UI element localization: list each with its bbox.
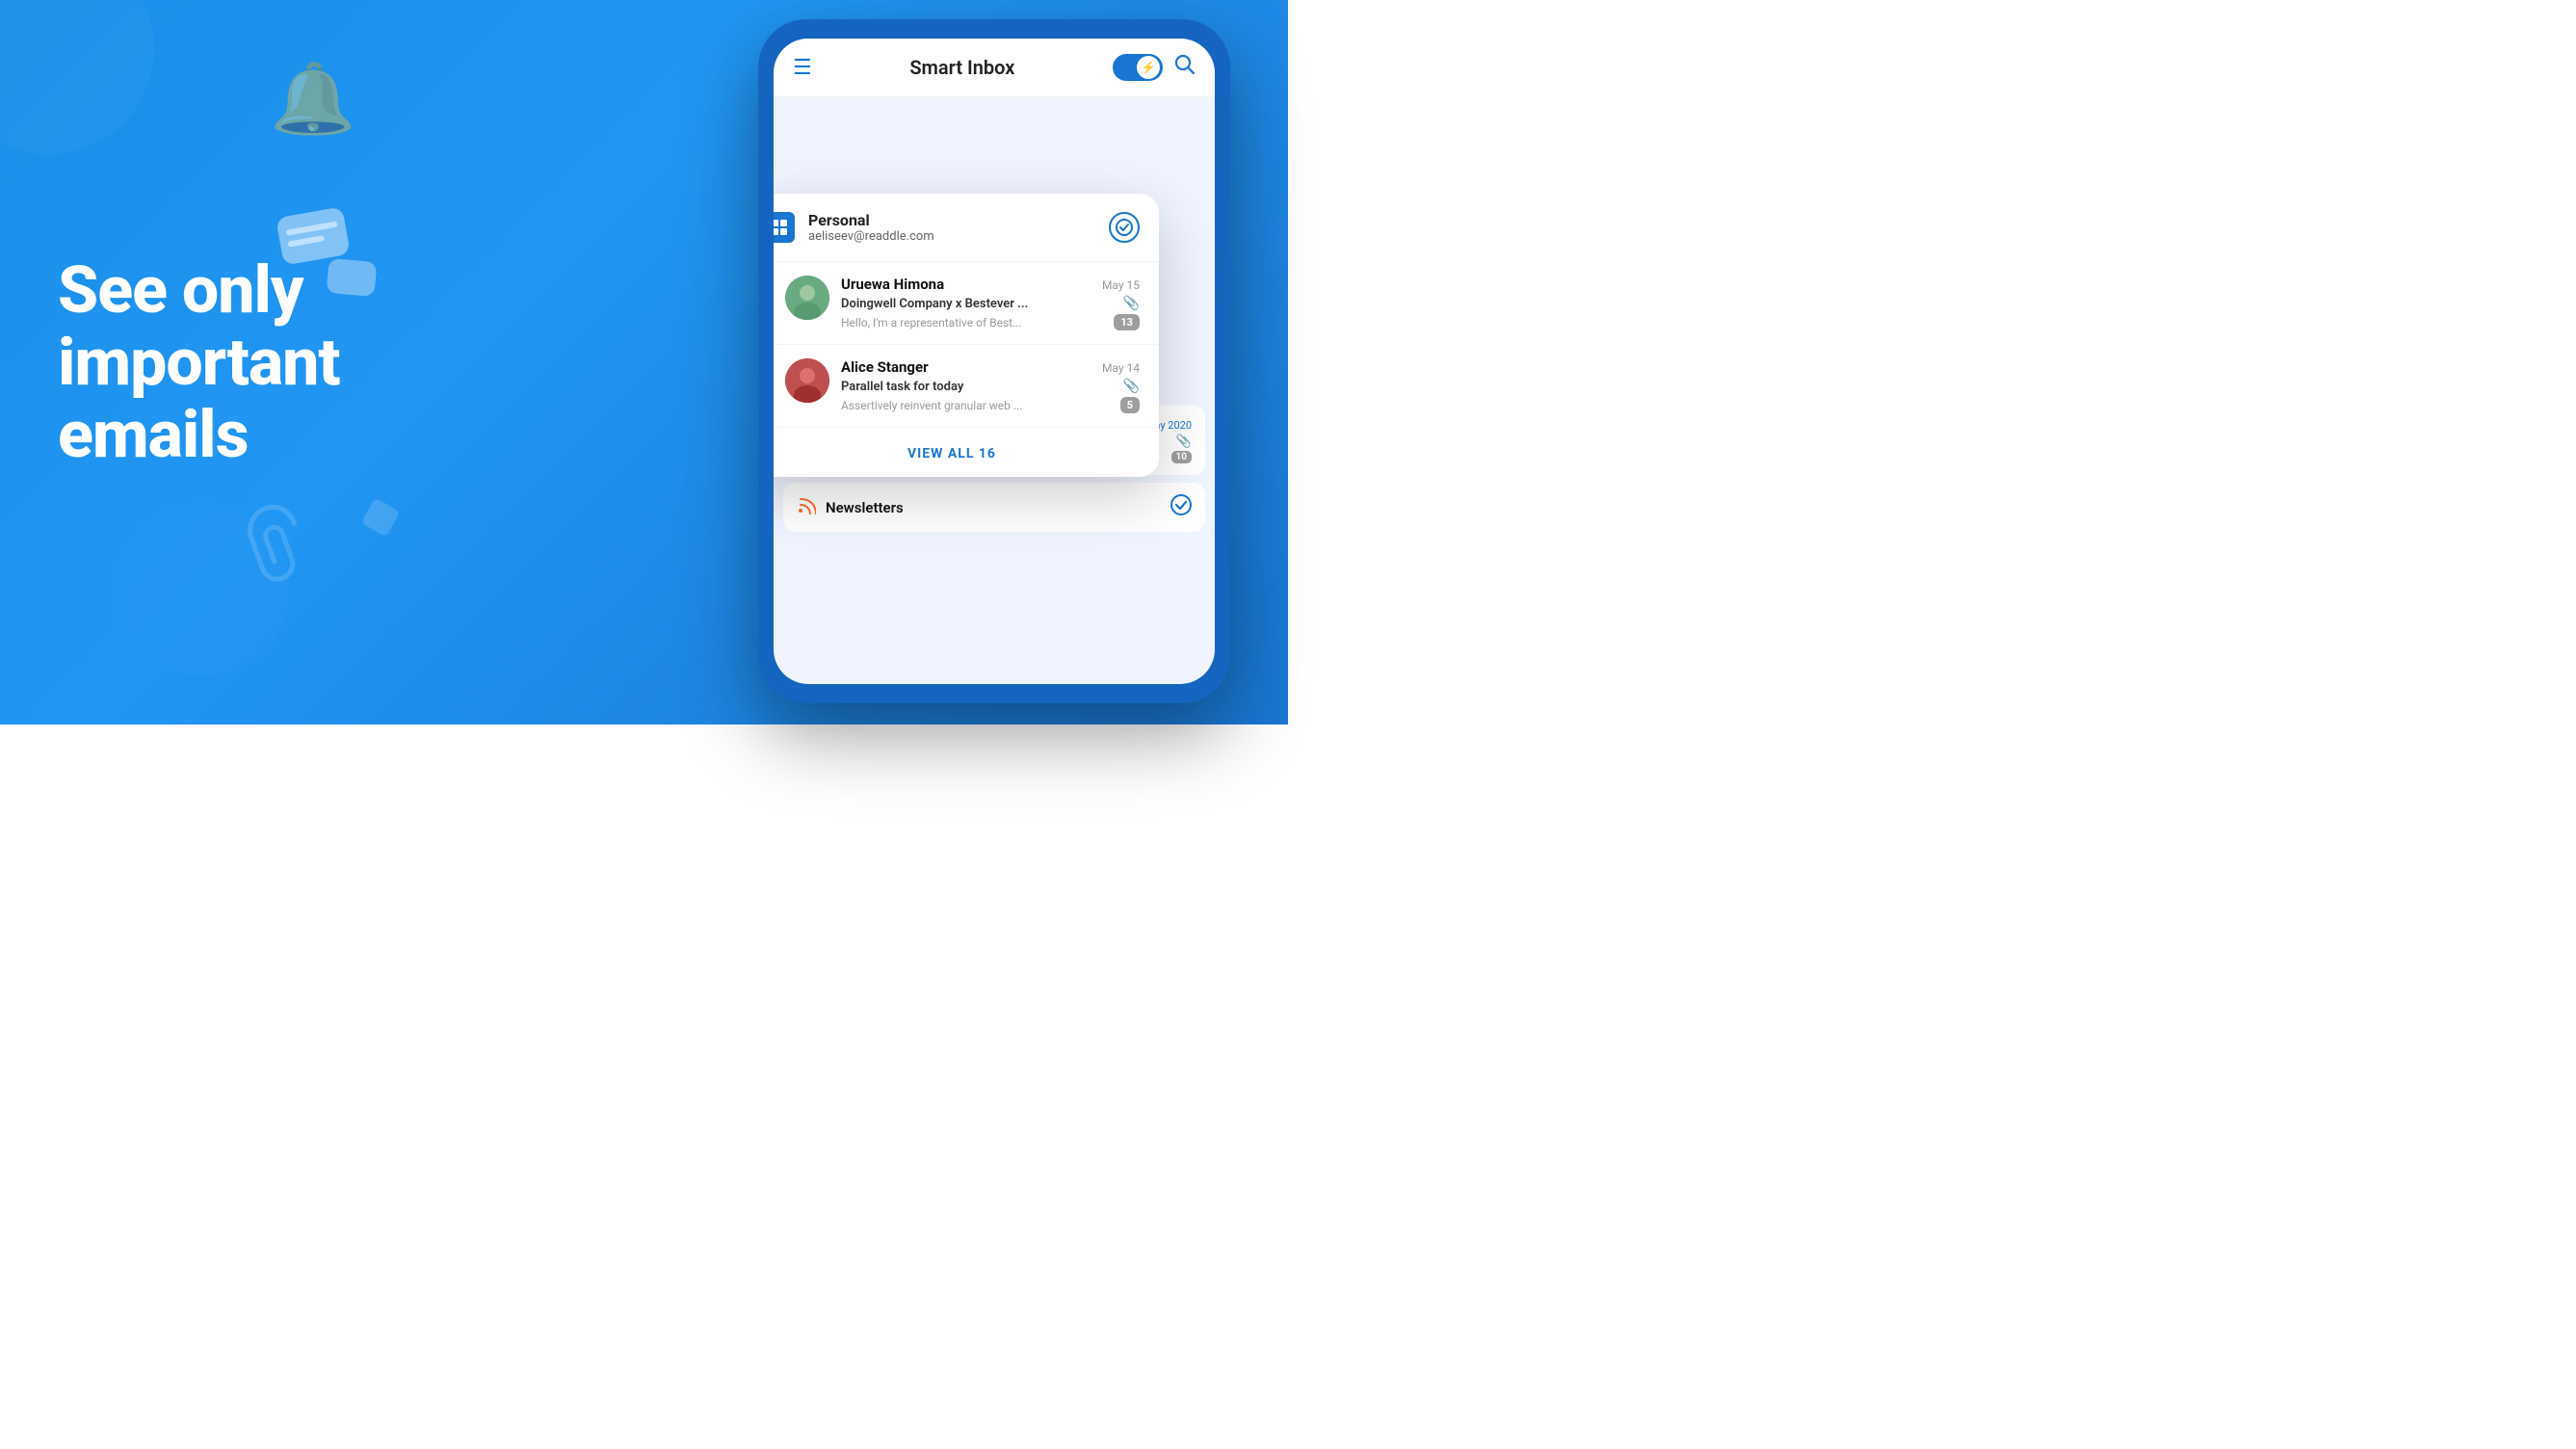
attachment-icon-2: 📎	[1123, 379, 1140, 394]
app-content: Personal aeliseev@readdle.com	[774, 97, 1215, 684]
email-sender-1: Uruewa Himona	[841, 276, 944, 293]
email-date-2: May 14	[1102, 361, 1140, 375]
rss-icon	[797, 495, 816, 519]
smart-inbox-toggle[interactable]: ⚡	[1113, 54, 1163, 81]
account-icon	[774, 212, 795, 243]
email-content-1: Uruewa Himona May 15 Doingwell Company x…	[841, 276, 1140, 330]
popup-header: Personal aeliseev@readdle.com	[774, 194, 1159, 262]
email-sender-2: Alice Stanger	[841, 358, 929, 376]
avatar-1	[785, 276, 829, 320]
email-item-2[interactable]: Alice Stanger May 14 Parallel task for t…	[774, 345, 1159, 428]
avatar-2	[785, 358, 829, 403]
account-email: aeliseev@readdle.com	[808, 229, 1095, 244]
app-header: ☰ Smart Inbox ⚡	[774, 39, 1215, 97]
newsletters-row[interactable]: Newsletters	[783, 483, 1205, 532]
attachment-icon-1: 📎	[1123, 296, 1140, 311]
view-all-label: VIEW ALL 16	[907, 446, 996, 461]
email-preview-1: Hello, I'm a representative of Best...	[841, 316, 1022, 329]
newsletters-check	[1170, 494, 1192, 520]
email-item-1[interactable]: Uruewa Himona May 15 Doingwell Company x…	[774, 262, 1159, 345]
email-content-2: Alice Stanger May 14 Parallel task for t…	[841, 358, 1140, 413]
henry-badge: 10	[1171, 451, 1192, 463]
view-all-button[interactable]: VIEW ALL 16	[774, 428, 1159, 477]
phone-frame: ☰ Smart Inbox ⚡	[758, 19, 1230, 703]
popup-card: Personal aeliseev@readdle.com	[774, 194, 1159, 477]
henry-attachment-icon: 📎	[1176, 435, 1192, 449]
menu-icon[interactable]: ☰	[793, 56, 812, 80]
email-subject-2: Parallel task for today	[841, 380, 963, 394]
email-preview-2: Assertively reinvent granular web ...	[841, 399, 1022, 412]
email-date-1: May 15	[1102, 278, 1140, 292]
newsletters-left: Newsletters	[797, 495, 904, 519]
app-title: Smart Inbox	[909, 56, 1014, 79]
email-badge-1: 13	[1114, 314, 1140, 330]
main-heading: See only important emails	[58, 254, 340, 470]
newsletters-label: Newsletters	[826, 499, 904, 516]
search-icon[interactable]	[1174, 54, 1196, 81]
bell-icon: 🔔	[270, 58, 356, 140]
hero-text: See only important emails	[58, 254, 340, 470]
email-badge-2: 5	[1120, 397, 1140, 413]
bolt-icon: ⚡	[1142, 61, 1156, 74]
account-check[interactable]	[1109, 212, 1140, 243]
account-name: Personal	[808, 211, 1095, 229]
header-right: ⚡	[1113, 54, 1196, 81]
email-subject-1: Doingwell Company x Bestever ...	[841, 297, 1028, 311]
phone-screen: ☰ Smart Inbox ⚡	[774, 39, 1215, 684]
toggle-knob: ⚡	[1137, 56, 1160, 79]
account-info: Personal aeliseev@readdle.com	[808, 211, 1095, 244]
